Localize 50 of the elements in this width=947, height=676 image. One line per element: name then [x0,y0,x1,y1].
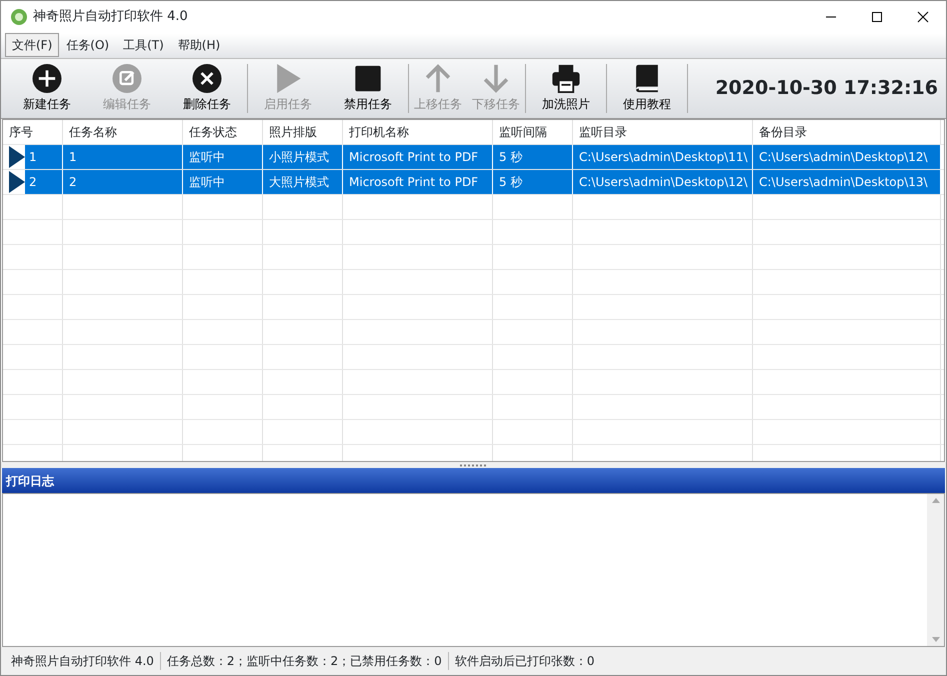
table-cell: 1 [25,144,62,169]
table-cell: Microsoft Print to PDF [343,144,493,169]
column-header[interactable]: 监听目录 [573,120,753,144]
column-header[interactable]: 备份目录 [753,120,941,144]
status-text: 神奇照片自动打印软件 4.0 [5,652,161,670]
column-header[interactable]: 打印机名称 [343,120,493,144]
column-header[interactable]: 序号 [3,120,63,144]
printer-icon [550,64,582,93]
table-cell: 1 [63,144,183,169]
column-header[interactable]: 任务名称 [63,120,183,144]
column-header[interactable]: 任务状态 [183,120,263,144]
table-cell: C:\Users\admin\Desktop\11\ [573,144,753,169]
splitter-grip-icon[interactable] [460,464,488,467]
toolbar-button[interactable]: 使用教程 [607,64,687,113]
status-text: 软件启动后已打印张数：0 [454,653,596,670]
close-circle-icon [191,64,223,93]
table-cell: 5 秒 [493,170,573,194]
status-text: 任务总数：2；监听中任务数：2；已禁用任务数：0 [160,652,449,670]
edit-icon [111,64,143,93]
menu-item[interactable]: 文件(F) [5,33,60,58]
scroll-down-icon[interactable] [932,637,940,642]
column-header[interactable]: 监听间隔 [493,120,573,144]
toolbar-button[interactable]: 删除任务 [167,64,247,113]
table-cell: C:\Users\admin\Desktop\12\ [753,144,941,169]
toolbar-button[interactable]: 加洗照片 [526,64,606,113]
column-header[interactable]: 照片排版 [263,120,343,144]
table-cell: 小照片模式 [263,144,343,169]
plus-circle-icon [31,64,63,93]
table-cell: 2 [25,170,62,194]
close-icon [917,11,929,23]
scroll-up-icon[interactable] [932,498,940,504]
panel-header: 打印日志 [2,468,945,494]
app-icon [11,9,27,25]
clock-text: 2020-10-30 17:32:16 [715,76,939,102]
menu-item[interactable]: 任务(O) [59,33,116,58]
table-cell: 大照片模式 [263,170,343,194]
table-cell: 监听中 [183,170,263,194]
table-cell: 监听中 [183,144,263,169]
table-cell: Microsoft Print to PDF [343,170,493,194]
toolbar-button[interactable]: 禁用任务 [328,64,408,113]
toolbar-button[interactable]: 新建任务 [7,64,87,113]
menu-item[interactable]: 工具(T) [116,33,171,58]
table-cell: C:\Users\admin\Desktop\13\ [753,170,941,194]
table-cell: 2 [63,170,183,194]
maximize-icon [871,11,883,23]
table-cell: C:\Users\admin\Desktop\12\ [573,170,753,194]
window-title: 神奇照片自动打印软件 4.0 [33,8,188,26]
menu-item[interactable]: 帮助(H) [170,33,228,58]
scrollbar[interactable] [927,494,944,646]
table-cell: 5 秒 [493,144,573,169]
